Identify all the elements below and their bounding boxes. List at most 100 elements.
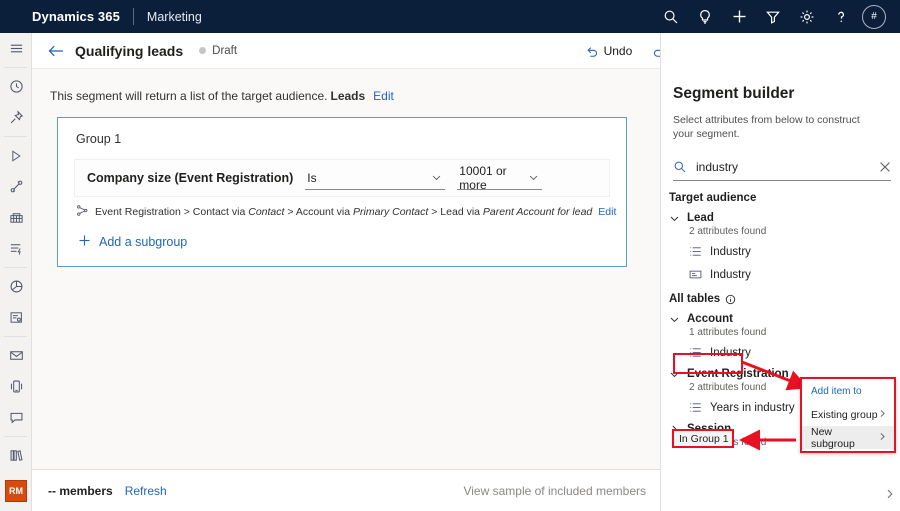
view-sample-link[interactable]: View sample of included members <box>463 484 646 498</box>
relationship-path-edit-link[interactable]: Edit <box>598 206 616 218</box>
tree-table-name: Account <box>687 313 733 325</box>
refresh-link[interactable]: Refresh <box>125 484 167 498</box>
path-segment: Parent Account for lead <box>483 206 592 218</box>
search-icon[interactable] <box>654 0 688 33</box>
members-bottom-bar: -- members Refresh View sample of includ… <box>32 469 660 511</box>
tree-attribute-label: Industry <box>710 246 751 258</box>
path-segment: > <box>431 206 437 218</box>
chevron-down-icon <box>431 172 442 183</box>
tree-attribute-item[interactable]: Industry <box>661 341 900 364</box>
tree-attribute-item[interactable]: Industry <box>661 240 900 263</box>
mobile-icon[interactable] <box>0 371 32 402</box>
form-icon[interactable] <box>0 302 32 333</box>
email-icon[interactable] <box>0 340 32 371</box>
tree-table-name: Lead <box>687 212 714 224</box>
events-icon[interactable] <box>0 202 32 233</box>
chevron-right-icon <box>878 409 887 421</box>
undo-button[interactable]: Undo <box>575 36 643 66</box>
description-prefix: This segment will return a list of the t… <box>50 89 327 103</box>
add-subgroup-button[interactable]: Add a subgroup <box>58 220 626 266</box>
panel-subtitle: Select attributes from below to construc… <box>673 113 869 141</box>
chevron-down-icon <box>528 172 539 183</box>
new-subgroup-label: New subgroup <box>811 426 878 450</box>
rail-divider <box>4 336 27 337</box>
optionset-icon <box>689 401 702 414</box>
path-segment: Contact via <box>193 206 246 218</box>
chevron-down-icon <box>669 369 680 380</box>
recent-icon[interactable] <box>0 71 32 102</box>
members-count-label: -- members <box>48 484 113 498</box>
rail-divider <box>4 67 27 68</box>
existing-group-label: Existing group <box>811 409 878 421</box>
context-menu-item-existing-group[interactable]: Existing group <box>802 403 894 426</box>
value-dropdown[interactable]: 10001 or more <box>457 166 542 190</box>
undo-label: Undo <box>604 44 633 58</box>
tree-section-label: All tables <box>669 293 720 305</box>
status-badge: Draft <box>199 45 237 57</box>
tree-table-count: 2 attributes found <box>661 225 900 240</box>
tree-attribute-label: Industry <box>710 269 751 281</box>
optionset-icon <box>689 346 702 359</box>
avatar-initial: # <box>871 11 877 22</box>
brand-area: Dynamics 365 Marketing <box>0 8 202 25</box>
user-initials-label: RM <box>9 486 23 496</box>
tree-attribute-label: Industry <box>710 347 751 359</box>
path-segment: Primary Contact <box>353 206 428 218</box>
operator-dropdown[interactable]: Is <box>305 166 445 190</box>
add-subgroup-label: Add a subgroup <box>99 235 187 249</box>
relationship-icon <box>76 204 89 220</box>
info-icon[interactable] <box>725 294 736 305</box>
rail-divider <box>4 267 27 268</box>
group-card: Group 1 Company size (Event Registration… <box>57 117 627 267</box>
attribute-condition-row: Company size (Event Registration) Is 100… <box>74 159 610 197</box>
search-icon <box>673 160 687 174</box>
tree-attribute-item[interactable]: Industry <box>661 263 900 286</box>
undo-icon <box>585 44 599 58</box>
lightbulb-icon[interactable] <box>688 0 722 33</box>
flow-icon[interactable] <box>0 233 32 264</box>
attribute-name-label: Company size (Event Registration) <box>87 171 293 185</box>
play-icon[interactable] <box>0 140 32 171</box>
tree-section-header: Target audience <box>661 185 900 208</box>
brand-divider <box>133 8 134 25</box>
path-segment: > <box>287 206 293 218</box>
user-avatar[interactable]: # <box>862 5 886 29</box>
segments-icon[interactable] <box>0 502 32 511</box>
optionset-icon <box>689 245 702 258</box>
app-name-label: Marketing <box>147 10 202 24</box>
path-segment: Lead via <box>440 206 480 218</box>
top-navigation-bar: Dynamics 365 Marketing <box>0 0 900 33</box>
operator-value: Is <box>307 171 316 185</box>
status-label: Draft <box>212 45 237 57</box>
tree-table-name: Event Registration <box>687 368 789 380</box>
pin-icon[interactable] <box>0 102 32 133</box>
filter-icon[interactable] <box>756 0 790 33</box>
description-edit-link[interactable]: Edit <box>373 89 394 103</box>
path-segment: > <box>184 206 190 218</box>
library-icon[interactable] <box>0 440 32 471</box>
back-arrow-icon[interactable] <box>45 40 67 62</box>
hamburger-icon[interactable] <box>0 33 32 64</box>
tree-table-row[interactable]: Account <box>661 309 900 326</box>
description-target: Leads <box>330 89 365 103</box>
context-menu-item-new-subgroup[interactable]: New subgroup <box>802 426 894 449</box>
tree-table-count: 1 attributes found <box>661 326 900 341</box>
panel-expand-icon[interactable] <box>884 487 896 505</box>
path-segment: Event Registration <box>95 206 181 218</box>
relationship-path-text: Event Registration > Contact via Contact… <box>95 206 592 218</box>
tree-section-label: Target audience <box>669 192 756 204</box>
plus-icon[interactable] <box>722 0 756 33</box>
gear-icon[interactable] <box>790 0 824 33</box>
tree-section-header: All tables <box>661 286 900 309</box>
help-icon[interactable] <box>824 0 858 33</box>
search-input-value: industry <box>696 160 879 174</box>
tree-table-row[interactable]: Lead <box>661 208 900 225</box>
textfield-icon <box>689 268 702 281</box>
chat-icon[interactable] <box>0 402 32 433</box>
close-icon[interactable] <box>879 161 891 173</box>
analytics-icon[interactable] <box>0 271 32 302</box>
journey-icon[interactable] <box>0 171 32 202</box>
path-segment: Contact <box>248 206 284 218</box>
user-initials-avatar[interactable]: RM <box>5 480 27 502</box>
search-attributes-field[interactable]: industry <box>673 153 891 181</box>
